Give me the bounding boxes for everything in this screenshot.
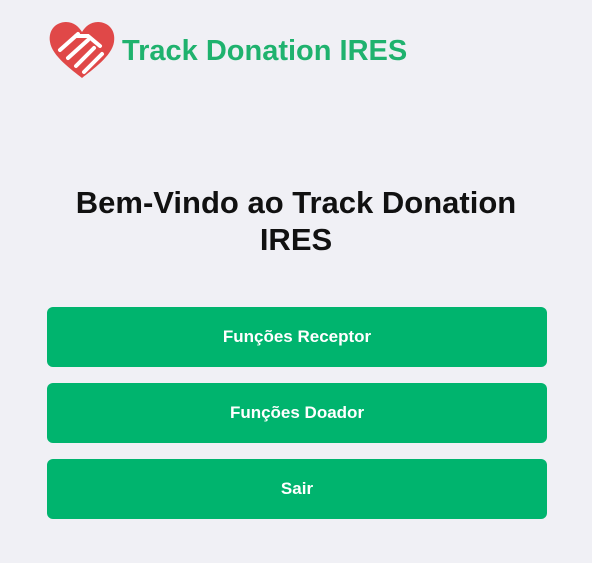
app-header: Track Donation IRES <box>48 20 407 80</box>
main-menu: Funções Receptor Funções Doador Sair <box>47 307 547 535</box>
receptor-functions-button[interactable]: Funções Receptor <box>47 307 547 367</box>
welcome-heading: Bem-Vindo ao Track Donation IRES <box>0 184 592 258</box>
logout-button[interactable]: Sair <box>47 459 547 519</box>
heart-handshake-icon <box>49 22 115 78</box>
welcome-text: Bem-Vindo ao Track Donation IRES <box>75 185 517 257</box>
app-title: Track Donation IRES <box>122 34 408 67</box>
donor-functions-button[interactable]: Funções Doador <box>47 383 547 443</box>
